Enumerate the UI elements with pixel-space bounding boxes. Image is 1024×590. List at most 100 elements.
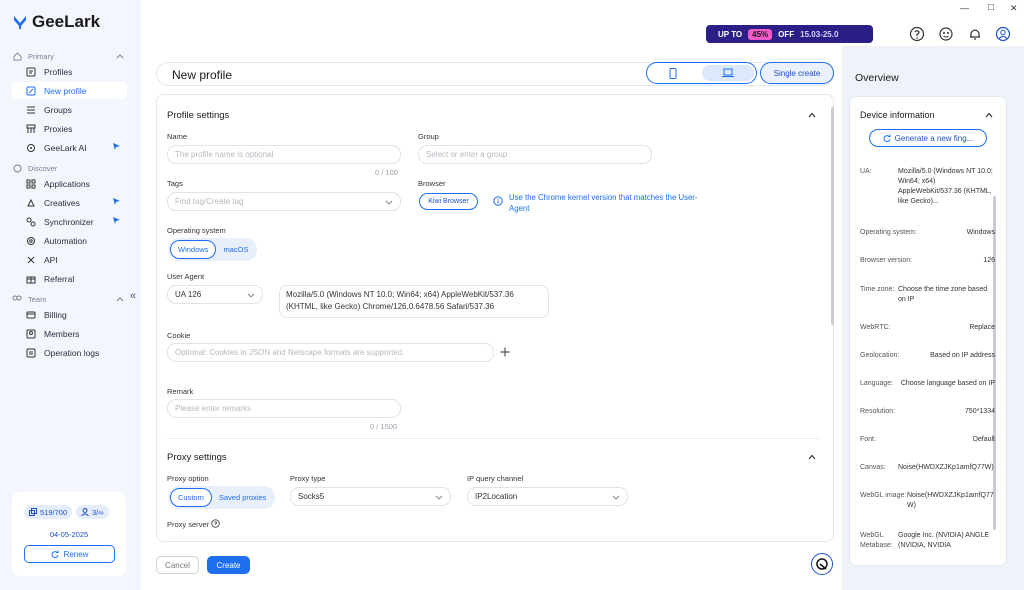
- browser-kernel-hint: Use the Chrome kernel version that match…: [509, 193, 698, 213]
- overview-scrollbar[interactable]: [993, 196, 996, 530]
- question-icon[interactable]: [211, 519, 220, 528]
- sidebar-item-label: Applications: [44, 178, 90, 189]
- form-scrollbar[interactable]: [831, 107, 834, 325]
- group-placeholder: Select or enter a group: [426, 150, 508, 159]
- sidebar-item-label: Proxies: [44, 123, 73, 134]
- promo-banner[interactable]: UP TO 45% OFF 15.03-25.0: [706, 25, 873, 43]
- help-icon[interactable]: [909, 26, 925, 42]
- assistant-icon[interactable]: [811, 553, 833, 575]
- single-create-button[interactable]: Single create: [760, 62, 834, 84]
- account-icon[interactable]: [995, 26, 1011, 42]
- collapse-proxy-settings-icon[interactable]: [808, 454, 816, 460]
- sidebar-item-label: API: [44, 254, 58, 265]
- proxy-type-label: Proxy type: [290, 474, 326, 483]
- os-info-row: Operating system: Windows: [860, 229, 995, 236]
- webgl-metabase-info-row: WebGL Metabase: Google Inc. (NVIDIA) ANG…: [860, 531, 995, 551]
- phone-icon[interactable]: [669, 68, 677, 79]
- sidebar-item-synchronizer[interactable]: Synchronizer: [12, 213, 127, 230]
- sidebar-item-groups[interactable]: Groups: [12, 101, 127, 118]
- app-logo: GeeLark: [12, 12, 100, 32]
- time-zone-info-row: Time zone: Choose the time zone based on…: [860, 285, 995, 305]
- device-type-switch: [646, 62, 757, 84]
- section-team-label: Team: [28, 294, 47, 304]
- promo-dates: 15.03-25.0: [800, 29, 839, 39]
- info-value: Replace: [969, 324, 995, 331]
- info-key: Time zone:: [860, 286, 895, 293]
- sidebar-item-label: Operation logs: [44, 347, 100, 358]
- group-select[interactable]: Select or enter a group: [418, 145, 652, 164]
- sidebar-item-operation-logs[interactable]: Operation logs: [12, 344, 127, 361]
- sidebar-item-geelark-ai[interactable]: GeeLark AI: [12, 139, 127, 156]
- kiwi-browser-chip[interactable]: Kiwi Browser: [419, 193, 478, 210]
- sidebar-item-automation[interactable]: Automation: [12, 232, 127, 249]
- new-badge-icon: [112, 197, 121, 206]
- section-team[interactable]: Team: [12, 294, 124, 304]
- user-agent-label: User Agent: [167, 272, 205, 281]
- laptop-icon: [722, 68, 734, 77]
- chevron-up-icon[interactable]: [116, 53, 124, 59]
- sidebar-item-label: Creatives: [44, 197, 80, 208]
- info-key: Font:: [860, 436, 876, 443]
- ip-channel-select[interactable]: IP2Location: [467, 487, 628, 506]
- profile-name-input[interactable]: The profile name is optional: [167, 145, 401, 164]
- support-icon[interactable]: [938, 26, 954, 42]
- billing-icon: [26, 310, 36, 320]
- ua-version-select[interactable]: UA 126: [167, 285, 263, 304]
- sidebar-item-applications[interactable]: Applications: [12, 175, 127, 192]
- maximize-button[interactable]: □: [988, 2, 994, 13]
- new-badge-icon: [112, 216, 121, 225]
- remark-input[interactable]: Please enter remarks: [167, 399, 401, 418]
- create-button[interactable]: Create: [207, 556, 250, 574]
- collapse-sidebar-icon[interactable]: «: [130, 290, 136, 302]
- sidebar-item-referral[interactable]: Referral: [12, 270, 127, 287]
- ip-channel-label: IP query channel: [467, 474, 524, 483]
- compass-icon: [12, 163, 22, 173]
- info-key: Operating system:: [860, 229, 917, 236]
- proxy-saved-option[interactable]: Saved proxies: [212, 489, 274, 506]
- chevron-down-icon: [435, 495, 443, 500]
- section-divider: [167, 438, 819, 439]
- proxy-custom-option[interactable]: Custom: [170, 488, 212, 507]
- generate-fingerprint-button[interactable]: Generate a new fing...: [869, 129, 987, 147]
- os-macos-option[interactable]: macOS: [216, 241, 255, 258]
- cancel-button[interactable]: Cancel: [156, 556, 199, 574]
- proxy-type-select[interactable]: Socks5: [290, 487, 451, 506]
- info-value: 750*1334: [965, 408, 995, 415]
- proxy-option-toggle: Custom Saved proxies: [168, 486, 276, 509]
- name-char-count: 0 / 100: [375, 168, 398, 177]
- add-cookie-icon[interactable]: [500, 347, 510, 357]
- list-icon: [26, 105, 36, 115]
- os-toggle: Windows macOS: [168, 238, 258, 261]
- section-primary[interactable]: Primary: [12, 51, 124, 61]
- minimize-button[interactable]: —: [960, 3, 969, 13]
- sidebar-item-new-profile[interactable]: New profile: [12, 82, 127, 99]
- info-key: WebRTC:: [860, 324, 891, 331]
- bell-icon[interactable]: [967, 26, 983, 42]
- proxy-icon: [26, 124, 36, 134]
- info-value: Noise(HWDXZJKp1amfQ77W): [898, 464, 994, 471]
- sidebar-item-creatives[interactable]: Creatives: [12, 194, 127, 211]
- sidebar-item-proxies[interactable]: Proxies: [12, 120, 127, 137]
- ip-channel-value: IP2Location: [475, 492, 518, 501]
- renew-button[interactable]: Renew: [24, 545, 115, 563]
- chevron-down-icon: [247, 293, 255, 298]
- os-windows-option[interactable]: Windows: [170, 240, 217, 259]
- apps-icon: [26, 179, 36, 189]
- collapse-profile-settings-icon[interactable]: [808, 112, 816, 118]
- cookie-input[interactable]: Optional: Cookies in JSON and Netscape f…: [167, 343, 494, 362]
- proxy-type-value: Socks5: [298, 492, 325, 501]
- tags-select[interactable]: Find tag/Create tag: [167, 192, 401, 211]
- info-icon: [493, 196, 503, 206]
- collapse-device-info-icon[interactable]: [985, 112, 993, 118]
- cookie-placeholder: Optional: Cookies in JSON and Netscape f…: [175, 348, 405, 357]
- close-button[interactable]: ✕: [1010, 3, 1018, 14]
- sidebar-item-members[interactable]: Members: [12, 325, 127, 342]
- sidebar-item-billing[interactable]: Billing: [12, 306, 127, 323]
- sidebar-item-api[interactable]: API: [12, 251, 127, 268]
- desktop-option[interactable]: [702, 65, 754, 81]
- generate-fingerprint-label: Generate a new fing...: [894, 133, 974, 143]
- user-agent-textarea[interactable]: Mozilla/5.0 (Windows NT 10.0; Win64; x64…: [279, 285, 549, 318]
- chevron-up-icon[interactable]: [116, 296, 124, 302]
- page-title: New profile: [172, 68, 233, 82]
- sidebar-item-profiles[interactable]: Profiles: [12, 63, 127, 80]
